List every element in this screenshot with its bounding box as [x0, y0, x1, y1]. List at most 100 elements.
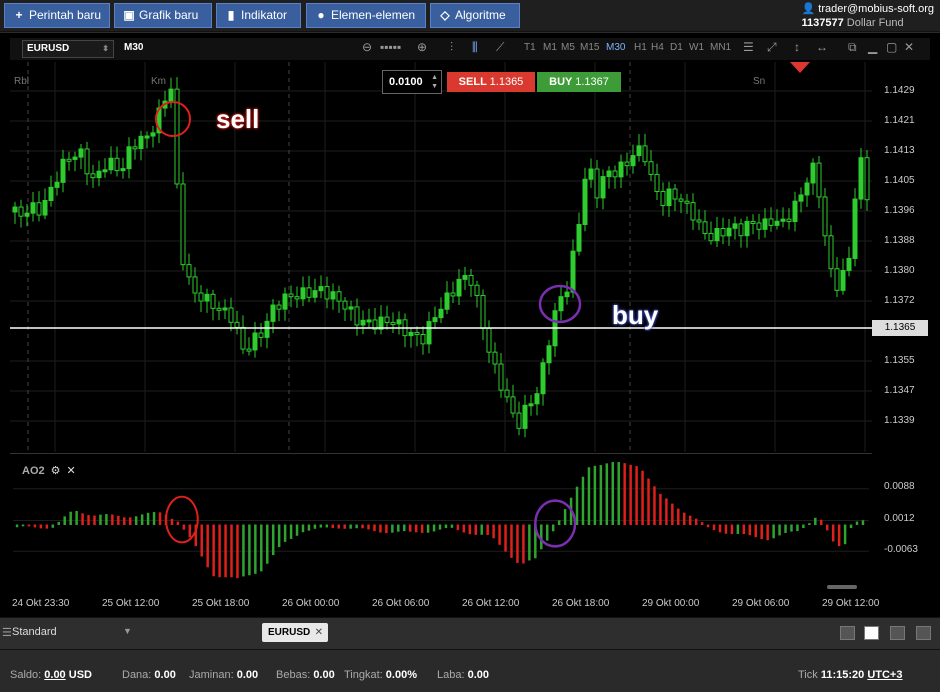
candle — [822, 187, 828, 247]
server-clock[interactable]: Tick 11:15:20 UTC+3 — [798, 669, 902, 681]
account-info[interactable]: 👤 trader@mobius-soft.org 1137577 Dollar … — [802, 2, 934, 30]
maximize-icon[interactable]: ▢ — [886, 40, 897, 54]
price-chart[interactable] — [10, 62, 872, 452]
tab-eurusd[interactable]: EURUSD ✕ — [262, 623, 328, 642]
time-tick-label: 29 Okt 12:00 — [822, 598, 880, 609]
layout-rows-button[interactable] — [916, 626, 931, 640]
dana: Dana: 0.00 — [122, 669, 176, 681]
candle — [654, 163, 660, 200]
sell-annotation: sell — [216, 104, 260, 134]
candle — [252, 321, 258, 358]
buy-button[interactable]: BUY 1.1367 — [537, 72, 621, 92]
expand-icon[interactable]: ⤢ — [767, 40, 777, 55]
indicator-button[interactable]: ▮ Indikator — [216, 3, 301, 28]
candle — [216, 301, 222, 321]
workspace-tab-bar: ☰ Standard ▼ EURUSD ✕ — [0, 617, 940, 649]
spinner-arrows-icon[interactable]: ▲ ▼ — [431, 73, 438, 91]
candle — [72, 151, 78, 172]
day-label: Rbl — [14, 76, 30, 87]
candle — [132, 139, 138, 160]
candle — [606, 166, 612, 189]
candle — [84, 141, 90, 186]
candle — [54, 171, 60, 196]
timeframe-mn1[interactable]: MN1 — [710, 42, 731, 53]
indicators-list-icon[interactable]: ☰ — [743, 40, 754, 54]
close-icon[interactable]: ✕ — [67, 465, 76, 477]
zoom-in-icon[interactable]: ⊕ — [417, 40, 427, 54]
layout-columns-button[interactable] — [890, 626, 905, 640]
candle — [672, 184, 678, 211]
close-icon[interactable]: ✕ — [315, 623, 323, 642]
timeframe-h1[interactable]: H1 — [634, 42, 647, 53]
price-tick-label: 1.1388 — [884, 235, 915, 246]
day-label: Sn — [753, 76, 766, 87]
candle — [288, 285, 294, 308]
candle — [186, 253, 192, 285]
candle — [330, 283, 336, 310]
candle — [666, 181, 672, 217]
candle — [702, 210, 708, 240]
candle — [48, 175, 54, 207]
candle — [390, 312, 396, 334]
sell-button[interactable]: SELL 1.1365 — [447, 72, 535, 92]
candle — [486, 320, 492, 364]
candle — [798, 187, 804, 213]
candle — [444, 281, 450, 315]
chart-scrollbar[interactable] — [827, 585, 857, 589]
close-icon[interactable]: ✕ — [904, 40, 914, 54]
candle — [126, 137, 132, 179]
timeframe-t1[interactable]: T1 — [524, 42, 536, 53]
candle — [264, 313, 270, 349]
timeframe-d1[interactable]: D1 — [670, 42, 683, 53]
candle — [804, 177, 810, 207]
indicator-tick-label: 0.0012 — [884, 513, 915, 524]
gear-icon[interactable]: ⚙ — [51, 465, 61, 477]
symbol-selector[interactable]: EURUSD ⬍ — [22, 40, 114, 58]
bar-chart-type-icon[interactable]: ⫶ — [450, 40, 453, 55]
user-icon: 👤 — [801, 3, 816, 15]
time-axis[interactable]: 24 Okt 23:30 25 Okt 12:00 25 Okt 18:00 26 O… — [10, 595, 879, 613]
chevron-down-icon[interactable]: ▼ — [123, 626, 132, 636]
popout-icon[interactable]: ⧉ — [848, 40, 857, 55]
price-tick-label: 1.1355 — [884, 355, 915, 366]
horizontal-cursor-icon[interactable]: ↔ — [816, 40, 828, 54]
time-tick-label: 26 Okt 00:00 — [282, 598, 340, 609]
candle — [144, 131, 150, 149]
elements-button[interactable]: ● Elemen-elemen — [306, 3, 426, 28]
candle — [420, 326, 426, 355]
algorithm-button[interactable]: ◇ Algoritme — [430, 3, 520, 28]
indicator-title: AO2 ⚙ ✕ — [22, 465, 76, 477]
candle — [450, 281, 456, 304]
zoom-out-icon[interactable]: ⊖ — [362, 40, 372, 54]
candle — [600, 169, 606, 210]
vertical-cursor-icon[interactable]: ↕ — [794, 40, 800, 54]
lot-size-input[interactable]: 0.0100 ▲ ▼ — [382, 70, 442, 94]
timeframe-m1[interactable]: M1 — [543, 42, 557, 53]
candle — [840, 258, 846, 295]
zoom-slider[interactable]: ▪▪▪▪▪ — [380, 40, 401, 54]
timeframe-m30[interactable]: M30 — [606, 42, 625, 53]
minimize-icon[interactable]: ▁ — [868, 40, 877, 54]
candle — [180, 172, 186, 271]
candlestick-type-icon[interactable]: ⫼ — [472, 40, 478, 55]
timeframe-m5[interactable]: M5 — [561, 42, 575, 53]
tingkat: Tingkat: 0.00% — [344, 669, 417, 681]
line-chart-type-icon[interactable]: ⟋ — [496, 40, 504, 55]
account-email: trader@mobius-soft.org — [818, 3, 934, 15]
candle — [372, 308, 378, 335]
period-marker-icon — [790, 62, 810, 73]
candle — [18, 199, 24, 228]
candle — [648, 150, 654, 181]
candle — [408, 328, 414, 348]
layout-grid-button[interactable] — [864, 626, 879, 640]
workspace-selector[interactable]: Standard — [10, 626, 57, 638]
timeframe-m15[interactable]: M15 — [580, 42, 599, 53]
account-id: 1137577 — [801, 17, 844, 29]
candle — [210, 289, 216, 321]
new-chart-button[interactable]: ▣ Grafik baru — [114, 3, 212, 28]
ao-indicator-pane[interactable] — [10, 453, 872, 593]
timeframe-w1[interactable]: W1 — [689, 42, 704, 53]
new-order-button[interactable]: + Perintah baru — [4, 3, 110, 28]
layout-single-button[interactable] — [840, 626, 855, 640]
timeframe-h4[interactable]: H4 — [651, 42, 664, 53]
